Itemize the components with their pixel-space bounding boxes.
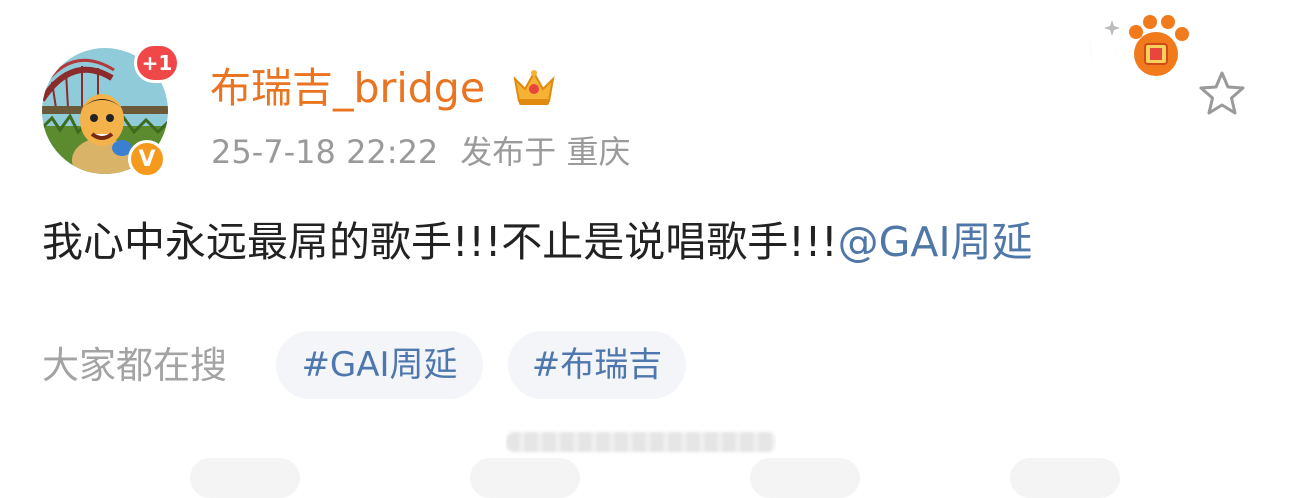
author-avatar-block[interactable]: +1 V — [42, 43, 180, 178]
trending-search-label: 大家都在搜 — [42, 344, 227, 387]
verified-badge: V — [128, 140, 166, 178]
post-meta: 25-7-18 22:22 发布于 重庆 — [211, 131, 652, 173]
mention-link[interactable]: @GAI周延 — [838, 218, 1033, 266]
search-tag-chip[interactable]: #布瑞吉 — [508, 331, 686, 399]
star-outline-icon — [1199, 71, 1245, 115]
username[interactable]: 布瑞吉_bridge — [210, 62, 485, 114]
notification-badge[interactable]: +1 — [134, 43, 180, 83]
post-content: 我心中永远最屌的歌手!!!不止是说唱歌手!!!@GAI周延 — [42, 214, 1033, 270]
action-bubble[interactable] — [750, 458, 860, 498]
action-bubble[interactable] — [1010, 458, 1120, 498]
crown-icon[interactable] — [511, 65, 557, 107]
post-body-text: 我心中永远最屌的歌手!!!不止是说唱歌手!!! — [42, 218, 838, 266]
obscured-content — [506, 424, 776, 458]
search-tag-chip[interactable]: #GAI周延 — [276, 331, 483, 399]
blur-bar — [506, 432, 776, 452]
post-location: 发布于 重庆 — [460, 133, 631, 171]
tiger-paw-sticker: 虎气来了 — [1028, 8, 1200, 88]
favorite-button[interactable] — [1196, 69, 1248, 119]
post-timestamp: 25-7-18 22:22 — [211, 133, 439, 171]
sticker-text: 虎气来了 — [1030, 32, 1129, 73]
action-bubble[interactable] — [190, 458, 300, 498]
action-bubble[interactable] — [470, 458, 580, 498]
bottom-action-row — [0, 458, 1290, 498]
